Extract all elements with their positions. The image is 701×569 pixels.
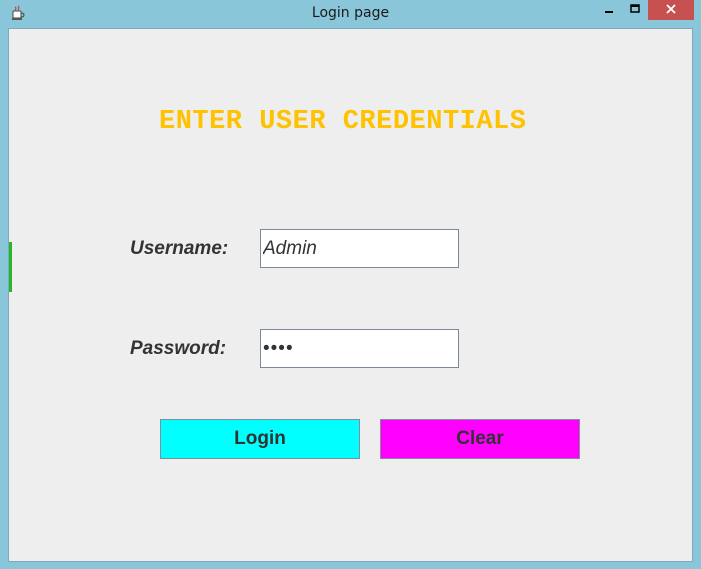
- close-button[interactable]: [648, 0, 694, 20]
- password-input[interactable]: [260, 329, 459, 368]
- maximize-button[interactable]: [623, 0, 647, 20]
- username-input[interactable]: [260, 229, 459, 268]
- maximize-icon: [630, 3, 640, 17]
- clear-button[interactable]: Clear: [380, 419, 580, 459]
- minimize-button[interactable]: [597, 0, 621, 20]
- window-title: Login page: [311, 5, 390, 21]
- title-bar[interactable]: Login page: [0, 0, 701, 28]
- close-icon: [666, 3, 676, 17]
- page-heading: ENTER USER CREDENTIALS: [159, 107, 527, 137]
- username-label: Username:: [130, 238, 229, 259]
- login-panel: ENTER USER CREDENTIALS Username: Passwor…: [8, 28, 693, 562]
- focus-accent: [9, 242, 12, 292]
- minimize-icon: [604, 3, 614, 17]
- login-button[interactable]: Login: [160, 419, 360, 459]
- password-label: Password:: [130, 338, 227, 359]
